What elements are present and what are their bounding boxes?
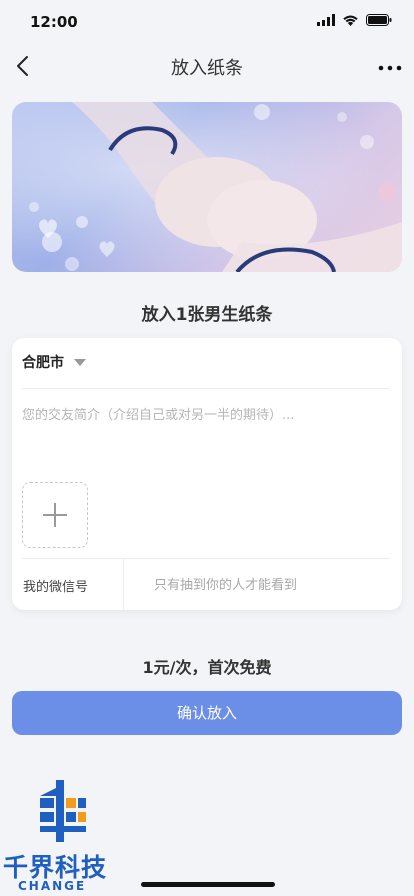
plus-icon xyxy=(43,503,67,527)
vertical-divider xyxy=(123,559,124,610)
section-title: 放入1张男生纸条 xyxy=(141,305,273,325)
wechat-input[interactable] xyxy=(152,571,392,599)
wechat-row: 我的微信号 xyxy=(12,559,402,610)
home-indicator xyxy=(141,882,275,887)
wifi-icon xyxy=(343,15,358,26)
note-form-card: 合肥市 我的微信号 xyxy=(12,338,402,610)
more-dots-icon xyxy=(378,65,402,71)
add-photo-button[interactable] xyxy=(22,482,88,548)
holding-hands-illustration xyxy=(12,102,402,272)
divider xyxy=(22,388,390,389)
confirm-button[interactable]: 确认放入 xyxy=(12,691,402,735)
wechat-label: 我的微信号 xyxy=(23,580,89,595)
caret-down-icon xyxy=(74,358,86,366)
brand-logo: 千界科技 CHANGE xyxy=(0,778,130,896)
logo-subtitle: CHANGE xyxy=(18,879,87,893)
price-text: 1元/次，首次免费 xyxy=(142,658,272,677)
status-time: 12:00 xyxy=(30,13,78,31)
page-title: 放入纸条 xyxy=(171,58,243,79)
logo-mark-icon xyxy=(40,780,86,842)
city-select[interactable]: 合肥市 xyxy=(22,352,86,372)
banner-image xyxy=(12,102,402,272)
city-label: 合肥市 xyxy=(22,355,64,371)
intro-textarea[interactable] xyxy=(22,396,390,484)
status-bar: 12:00 xyxy=(0,0,414,44)
battery-icon xyxy=(366,14,392,26)
nav-bar: 放入纸条 xyxy=(0,44,414,88)
more-button[interactable] xyxy=(378,59,402,71)
status-icons xyxy=(317,14,392,26)
signal-icon xyxy=(317,14,335,26)
